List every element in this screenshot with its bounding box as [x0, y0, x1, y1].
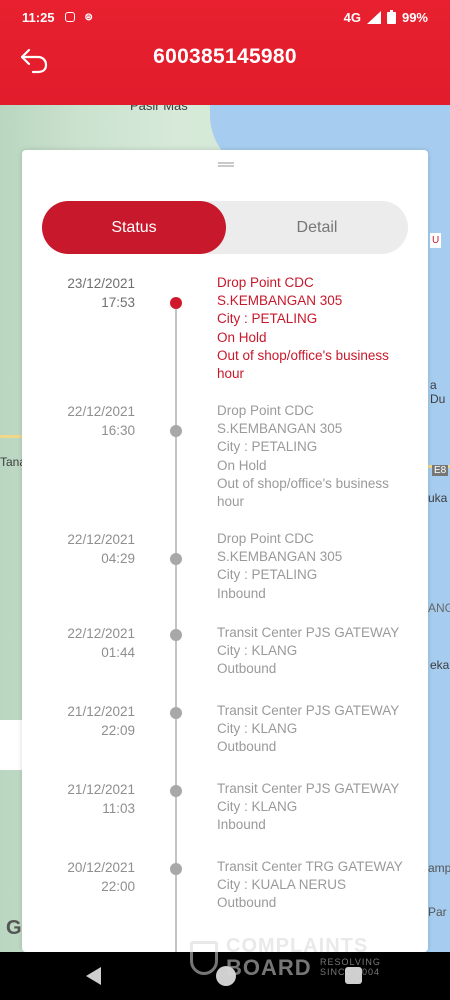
- entry-line: Transit Center PJS GATEWAY: [217, 625, 400, 640]
- entry-line: City : KUALA NERUS: [217, 877, 347, 893]
- entry-time: 22:00: [101, 879, 135, 894]
- map-label: U: [430, 233, 442, 248]
- entry-line: City : KLANG: [217, 799, 298, 815]
- entry-line: hour: [217, 494, 245, 510]
- timeline-dot: [170, 425, 182, 437]
- entry-info: Transit Center TRG GATEWAY City : KUALA …: [217, 858, 407, 913]
- entry-line: Drop Point CDC: [217, 403, 314, 418]
- entry-info: Drop Point CDC S.KEMBANGAN 305 City : PE…: [217, 530, 407, 603]
- watermark-logo: COMPLAINTS BOARD RESOLVING SINCE 2004: [190, 935, 410, 983]
- entry-line: Transit Center PJS GATEWAY: [217, 703, 400, 718]
- map-label: E8: [432, 465, 449, 476]
- entry-line: Inbound: [217, 817, 266, 833]
- map-label: Pasir Mas: [130, 105, 188, 113]
- timeline-dot: [170, 629, 182, 641]
- timeline-dot: [170, 785, 182, 797]
- entry-date: 21/12/2021: [67, 782, 135, 797]
- battery-icon: [386, 10, 396, 24]
- shield-icon: [190, 941, 218, 975]
- entry-line: City : KLANG: [217, 721, 298, 737]
- entry-line: S.KEMBANGAN 305: [217, 293, 343, 309]
- entry-line: Transit Center PJS GATEWAY: [217, 781, 400, 796]
- tab-switcher: Status Detail: [42, 201, 408, 254]
- map-label: Par: [428, 905, 447, 919]
- entry-line: Drop Point CDC: [217, 275, 314, 290]
- google-logo: G: [6, 917, 22, 939]
- entry-line: Transit Center TRG GATEWAY: [217, 859, 403, 874]
- entry-line: City : PETALING: [217, 311, 318, 327]
- entry-time: 17:53: [101, 295, 135, 310]
- map-label: uka: [428, 491, 448, 505]
- entry-line: On Hold: [217, 329, 267, 345]
- signal-icon: [366, 10, 381, 24]
- entry-date: 20/12/2021: [67, 860, 135, 875]
- entry-line: City : PETALING: [217, 439, 318, 455]
- timeline-dot: [170, 707, 182, 719]
- entry-line: Out of shop/office's business: [217, 347, 389, 363]
- entry-line: hour: [217, 366, 245, 382]
- drag-handle[interactable]: [218, 162, 234, 167]
- map-overlay-strip: [0, 720, 24, 770]
- entry-line: Inbound: [217, 585, 266, 601]
- entry-date: 22/12/2021: [67, 532, 135, 547]
- timeline-dot: [170, 297, 182, 309]
- timeline-line: [175, 302, 177, 952]
- entry-time: 01:44: [101, 645, 135, 660]
- map-label: a Du: [430, 378, 446, 406]
- entry-line: Drop Point CDC: [217, 531, 314, 546]
- battery-level: 99%: [401, 9, 428, 25]
- map-label: eka: [430, 658, 450, 672]
- entry-line: S.KEMBANGAN 305: [217, 549, 343, 565]
- tab-detail[interactable]: Detail: [226, 201, 408, 254]
- clock: 11:25: [22, 9, 55, 25]
- entry-line: On Hold: [217, 457, 267, 473]
- map-label: amp: [428, 861, 450, 875]
- tab-status[interactable]: Status: [42, 201, 226, 254]
- entry-line: City : PETALING: [217, 567, 318, 583]
- entry-line: City : KLANG: [217, 643, 298, 659]
- watermark-line: BOARD: [226, 955, 312, 980]
- watermark-tagline: RESOLVING SINCE 2004: [320, 957, 381, 977]
- entry-date: 23/12/2021: [67, 276, 135, 291]
- entry-time: 22:09: [101, 723, 135, 738]
- entry-line: Out of shop/office's business: [217, 475, 389, 491]
- status-bar: 11:25 ⊜ 4G 99%: [0, 0, 450, 34]
- instagram-icon: [64, 12, 75, 22]
- entry-time: 16:30: [101, 423, 135, 438]
- timeline-dot: [170, 553, 182, 565]
- entry-info: Transit Center PJS GATEWAY City : KLANG …: [217, 702, 407, 757]
- entry-info: Transit Center PJS GATEWAY City : KLANG …: [217, 624, 407, 679]
- entry-line: Outbound: [217, 739, 277, 755]
- entry-date: 22/12/2021: [67, 626, 135, 641]
- entry-date: 21/12/2021: [67, 704, 135, 719]
- entry-line: Outbound: [217, 661, 277, 677]
- entry-info: Drop Point CDC S.KEMBANGAN 305 City : PE…: [217, 274, 407, 383]
- network-type: 4G: [343, 9, 361, 25]
- entry-info: Drop Point CDC S.KEMBANGAN 305 City : PE…: [217, 402, 407, 511]
- map-road: [0, 435, 24, 438]
- entry-info: Transit Center PJS GATEWAY City : KLANG …: [217, 780, 407, 835]
- entry-time: 04:29: [101, 551, 135, 566]
- entry-time: 11:03: [102, 801, 135, 816]
- tracking-sheet: Status Detail 23/12/2021 17:53 Drop Poin…: [22, 150, 428, 952]
- entry-date: 22/12/2021: [67, 404, 135, 419]
- notification-icon: ⊜: [84, 11, 93, 23]
- map-label: ANG: [428, 601, 450, 615]
- nav-back-icon[interactable]: [86, 967, 101, 985]
- timeline-dot: [170, 863, 182, 875]
- entry-line: S.KEMBANGAN 305: [217, 421, 343, 437]
- page-title: 600385145980: [153, 45, 297, 68]
- entry-line: Outbound: [217, 895, 277, 911]
